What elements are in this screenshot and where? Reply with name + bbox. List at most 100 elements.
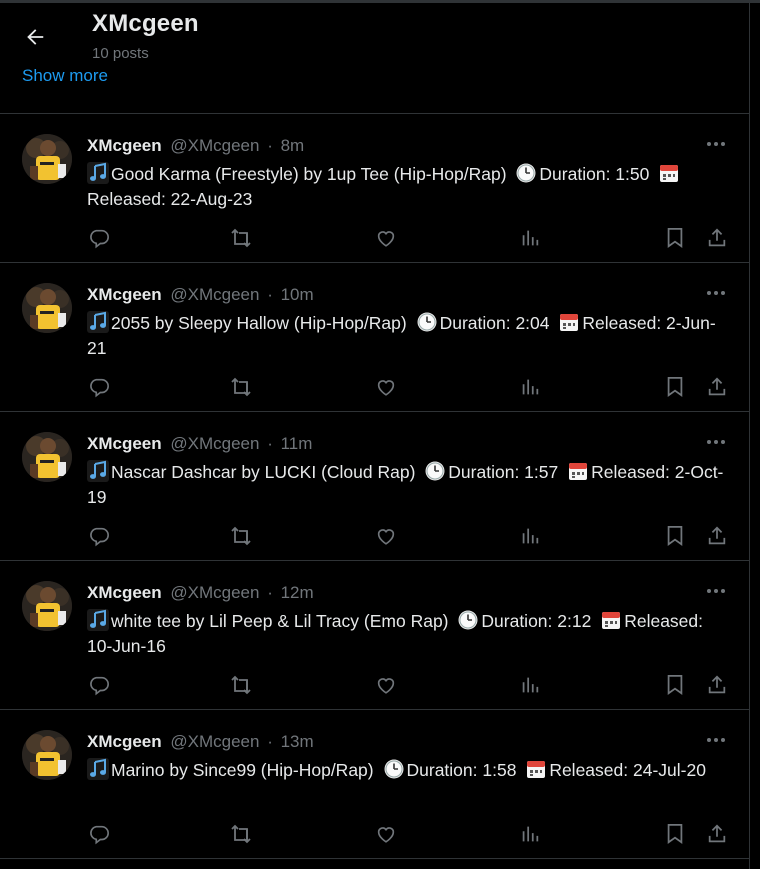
author-name[interactable]: XMcgeen: [87, 434, 162, 453]
like-button[interactable]: [374, 226, 398, 250]
views-button[interactable]: [518, 822, 542, 846]
more-options-button[interactable]: [705, 732, 727, 748]
bookmark-icon: [667, 823, 683, 844]
tweet[interactable]: XMcgeen @XMcgeen · 8m Good Karma (Freest…: [0, 114, 749, 263]
author-handle[interactable]: @XMcgeen: [170, 434, 259, 453]
analytics-icon: [522, 230, 539, 246]
musical-note-icon: [87, 460, 109, 482]
views-button[interactable]: [518, 226, 542, 250]
share-button[interactable]: [705, 226, 729, 250]
separator-dot: ·: [267, 136, 273, 155]
bookmark-button[interactable]: [663, 673, 687, 697]
avatar[interactable]: [22, 730, 72, 780]
calendar-icon: [602, 612, 621, 629]
more-horizontal-icon: [707, 142, 725, 146]
reply-button[interactable]: [87, 375, 111, 399]
tweet-list: XMcgeen @XMcgeen · 8m Good Karma (Freest…: [0, 114, 749, 859]
separator-dot: ·: [267, 434, 273, 453]
app-frame: XMcgeen 10 posts Show more XMcgeen @XMcg…: [0, 0, 760, 869]
like-button[interactable]: [374, 822, 398, 846]
tweet-time[interactable]: 11m: [281, 434, 313, 453]
reply-icon: [90, 825, 109, 845]
song-title: 2055 by Sleepy Hallow (Hip-Hop/Rap): [111, 313, 407, 333]
tweet-header: XMcgeen @XMcgeen · 12m: [87, 583, 314, 603]
tweet-time[interactable]: 8m: [281, 136, 305, 155]
share-icon: [708, 526, 726, 545]
tweet-text: Good Karma (Freestyle) by 1up Tee (Hip-H…: [87, 162, 732, 212]
tweet-text: 2055 by Sleepy Hallow (Hip-Hop/Rap) Dura…: [87, 311, 732, 361]
musical-note-icon: [87, 609, 109, 631]
like-button[interactable]: [374, 375, 398, 399]
reply-button[interactable]: [87, 226, 111, 250]
repost-button[interactable]: [230, 375, 254, 399]
avatar[interactable]: [22, 134, 72, 184]
more-horizontal-icon: [707, 738, 725, 742]
repost-icon: [231, 526, 251, 546]
share-button[interactable]: [705, 524, 729, 548]
tweet-header: XMcgeen @XMcgeen · 10m: [87, 285, 314, 305]
reply-button[interactable]: [87, 673, 111, 697]
repost-button[interactable]: [230, 822, 254, 846]
heart-icon: [377, 529, 395, 545]
share-button[interactable]: [705, 673, 729, 697]
author-handle[interactable]: @XMcgeen: [170, 285, 259, 304]
tweet[interactable]: XMcgeen @XMcgeen · 13m Marino by Since99…: [0, 710, 749, 859]
views-button[interactable]: [518, 673, 542, 697]
bookmark-button[interactable]: [663, 226, 687, 250]
profile-header: XMcgeen 10 posts Show more: [0, 0, 749, 114]
avatar[interactable]: [22, 432, 72, 482]
more-options-button[interactable]: [705, 434, 727, 450]
back-button[interactable]: [18, 20, 52, 54]
tweet-header: XMcgeen @XMcgeen · 8m: [87, 136, 304, 156]
bookmark-button[interactable]: [663, 375, 687, 399]
repost-button[interactable]: [230, 226, 254, 250]
song-title: Good Karma (Freestyle) by 1up Tee (Hip-H…: [111, 164, 507, 184]
clock-icon: [417, 312, 437, 332]
like-button[interactable]: [374, 673, 398, 697]
heart-icon: [377, 678, 395, 694]
tweet-time[interactable]: 12m: [281, 583, 314, 602]
separator-dot: ·: [267, 285, 273, 304]
author-handle[interactable]: @XMcgeen: [170, 583, 259, 602]
avatar-image: [22, 432, 72, 482]
avatar[interactable]: [22, 283, 72, 333]
more-options-button[interactable]: [705, 136, 727, 152]
tweet[interactable]: XMcgeen @XMcgeen · 10m 2055 by Sleepy Ha…: [0, 263, 749, 412]
tweet-time[interactable]: 13m: [281, 732, 314, 751]
share-button[interactable]: [705, 822, 729, 846]
views-button[interactable]: [518, 524, 542, 548]
clock-icon: [458, 610, 478, 630]
share-button[interactable]: [705, 375, 729, 399]
views-button[interactable]: [518, 375, 542, 399]
author-handle[interactable]: @XMcgeen: [170, 732, 259, 751]
author-name[interactable]: XMcgeen: [87, 285, 162, 304]
analytics-icon: [522, 677, 539, 693]
avatar[interactable]: [22, 581, 72, 631]
repost-button[interactable]: [230, 673, 254, 697]
bookmark-button[interactable]: [663, 822, 687, 846]
author-name[interactable]: XMcgeen: [87, 136, 162, 155]
show-more-link[interactable]: Show more: [22, 66, 108, 86]
tweet[interactable]: XMcgeen @XMcgeen · 11m Nascar Dashcar by…: [0, 412, 749, 561]
more-options-button[interactable]: [705, 583, 727, 599]
reply-button[interactable]: [87, 822, 111, 846]
share-icon: [708, 675, 726, 694]
repost-icon: [231, 377, 251, 397]
author-name[interactable]: XMcgeen: [87, 583, 162, 602]
bookmark-button[interactable]: [663, 524, 687, 548]
tweet-text: Marino by Since99 (Hip-Hop/Rap) Duration…: [87, 758, 732, 783]
like-button[interactable]: [374, 524, 398, 548]
author-name[interactable]: XMcgeen: [87, 732, 162, 751]
tweet-text: white tee by Lil Peep & Lil Tracy (Emo R…: [87, 609, 732, 659]
tweet-time[interactable]: 10m: [281, 285, 314, 304]
author-handle[interactable]: @XMcgeen: [170, 136, 259, 155]
song-title: Marino by Since99 (Hip-Hop/Rap): [111, 760, 374, 780]
more-options-button[interactable]: [705, 285, 727, 301]
tweet-actions: [0, 375, 750, 399]
calendar-icon: [660, 165, 679, 182]
repost-button[interactable]: [230, 524, 254, 548]
tweet[interactable]: XMcgeen @XMcgeen · 12m white tee by Lil …: [0, 561, 749, 710]
reply-button[interactable]: [87, 524, 111, 548]
reply-icon: [90, 378, 109, 398]
clock-icon: [384, 759, 403, 779]
